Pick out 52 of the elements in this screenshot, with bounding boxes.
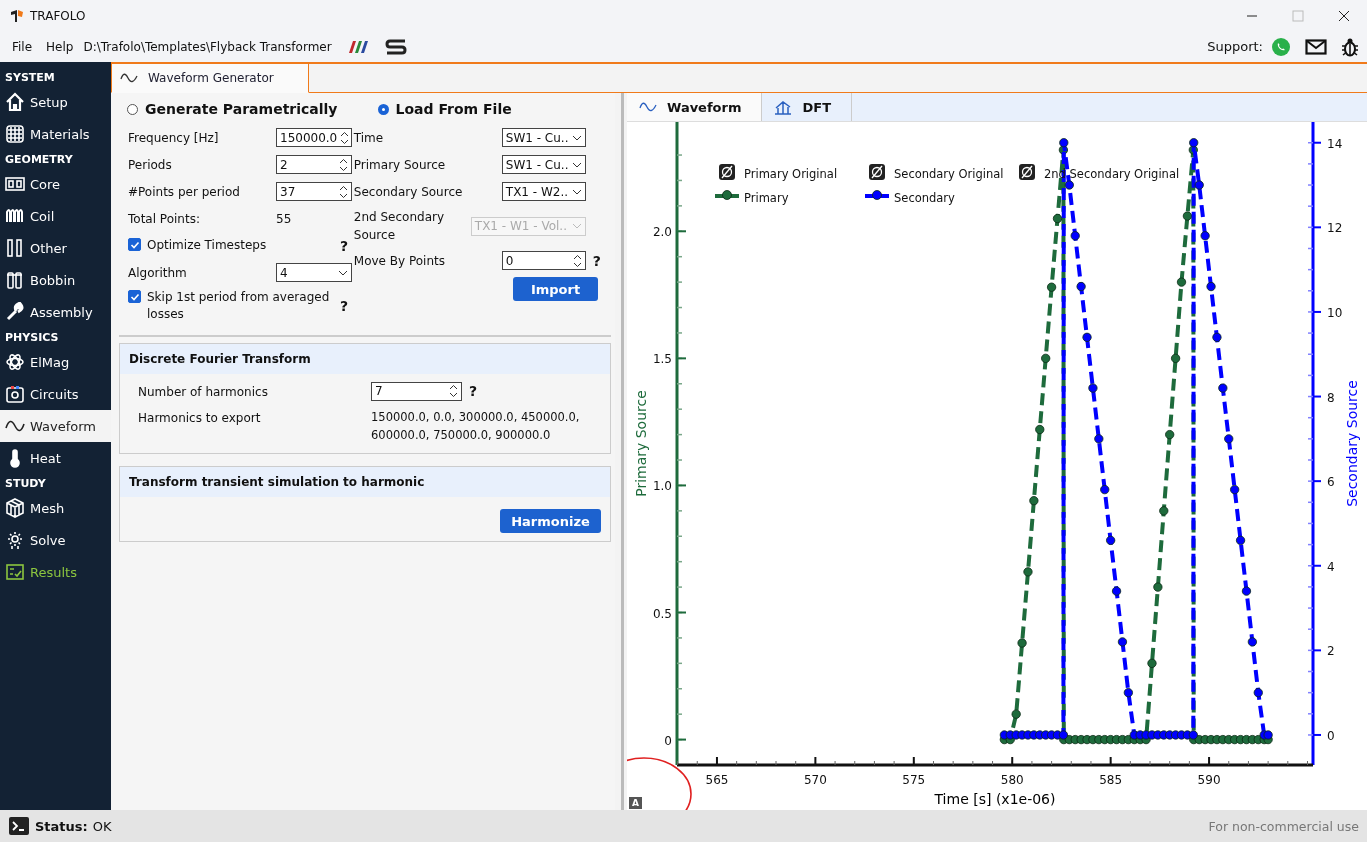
axis-tick-label: 1.0: [652, 479, 672, 494]
field-label: Time: [353, 129, 385, 147]
field-label: Harmonics to export: [138, 410, 262, 427]
axis-tick-label: 0.5: [652, 606, 672, 621]
field-label: Number of harmonics: [138, 383, 269, 401]
axis-tick-label: 4: [1327, 559, 1335, 574]
field-label: Primary Source: [353, 156, 447, 174]
axis-title: Secondary Source: [1344, 380, 1360, 507]
axis-tick-label: 590: [1197, 773, 1221, 787]
axis-tick-label: 580: [1000, 773, 1024, 787]
sidebar-section-title: GEOMETRY: [4, 152, 74, 168]
field-label: 2nd Secondary Source: [353, 209, 446, 244]
axis-tick-label: 0: [1327, 728, 1335, 743]
window-title: TRAFOLO: [30, 8, 86, 23]
field-label: Algorithm: [128, 265, 188, 280]
axis-tick-label: 2: [1327, 644, 1335, 659]
field-label: Periods: [128, 157, 173, 172]
axis-tick-label: 570: [803, 773, 827, 787]
axis-tick-label: 8: [1327, 390, 1335, 405]
sidebar-section-title: STUDY: [4, 476, 47, 492]
sidebar-section-title: PHYSICS: [4, 330, 60, 346]
axis-tick-label: 565: [705, 773, 729, 787]
status-value: OK: [92, 818, 112, 834]
legend-label: Primary Original: [744, 167, 838, 181]
axis-tick-label: 585: [1099, 773, 1123, 787]
field-label: #Points per period: [128, 184, 241, 199]
legend-label: Secondary: [894, 191, 955, 205]
axis-title: Primary Source: [633, 390, 649, 497]
legend-label: Primary: [744, 191, 789, 205]
field-label: Frequency [Hz]: [128, 130, 220, 145]
group-title: Discrete Fourier Transform: [120, 344, 610, 374]
license-note: For non-commercial use: [1208, 818, 1359, 834]
axis-tick-label: 12: [1327, 221, 1343, 236]
axis-tick-label: 6: [1327, 475, 1335, 490]
status-label: Status:: [35, 818, 88, 834]
harmonics-list: 150000.0, 0.0, 300000.0, 450000.0, 600000.0, 750000.0, 900000.0: [371, 408, 610, 444]
legend-label: Secondary Original: [894, 167, 1004, 181]
group-title: Transform transient simulation to harmonic: [120, 467, 610, 497]
axis-tick-label: 2.0: [652, 225, 672, 240]
axis-tick-label: 14: [1327, 136, 1343, 151]
axis-tick-label: 575: [902, 773, 926, 787]
file-path: D:\Trafolo\Templates\Flyback Transformer: [83, 39, 332, 54]
axis-tick-label: 1.5: [652, 352, 672, 367]
axis-title: Time [s] (x1e-06): [934, 791, 1056, 807]
field-label: Move By Points: [353, 252, 446, 270]
sidebar-section-title: SYSTEM: [4, 70, 56, 86]
axis-tick-label: 10: [1327, 305, 1343, 320]
total-points-value: 55: [276, 211, 292, 226]
field-label: Total Points:: [128, 211, 201, 226]
field-label: Secondary Source: [353, 183, 464, 201]
axis-tick-label: 0: [664, 733, 672, 748]
support-label: Support:: [1207, 39, 1263, 54]
